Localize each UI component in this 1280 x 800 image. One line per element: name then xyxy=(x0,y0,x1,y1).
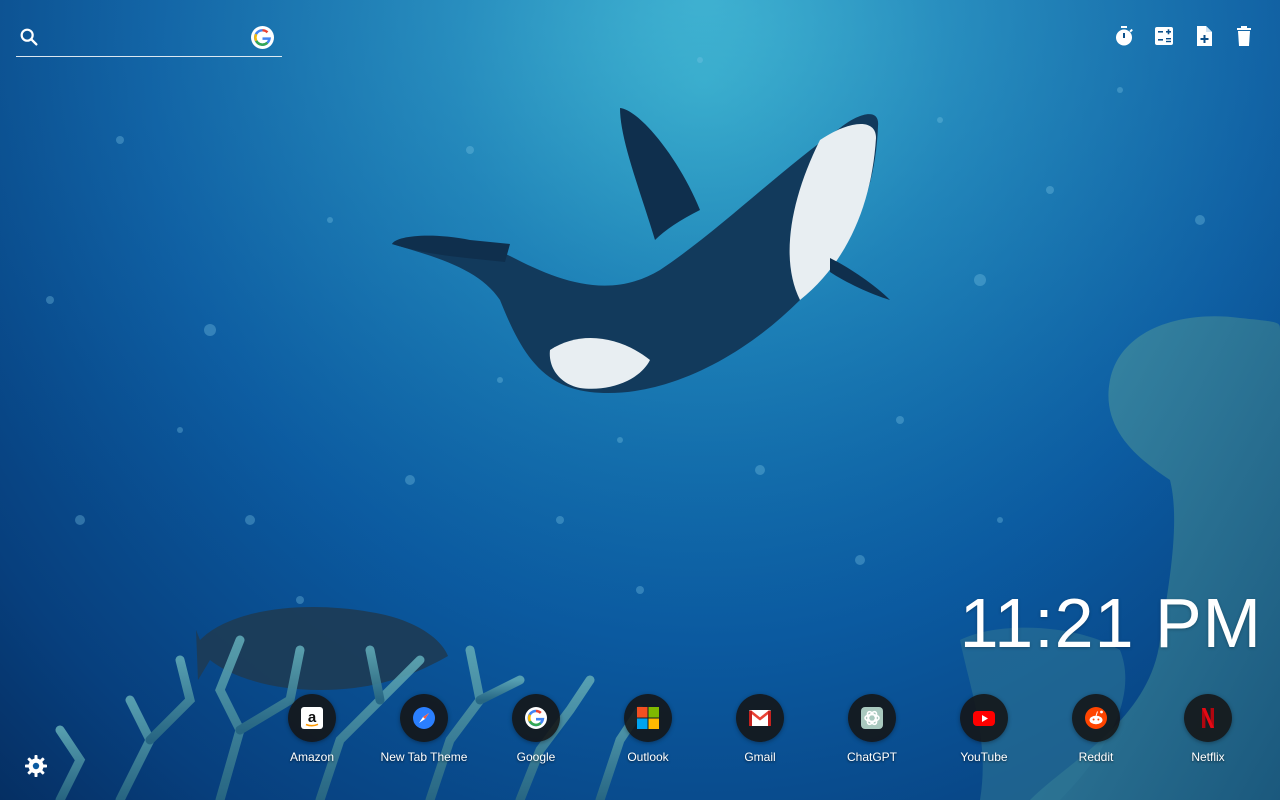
ocean-wallpaper xyxy=(0,0,1280,800)
search-icon[interactable] xyxy=(18,26,40,48)
shortcut-amazon[interactable]: a Amazon xyxy=(264,694,360,764)
microsoft-icon xyxy=(637,707,659,729)
shortcut-icon-circle xyxy=(624,694,672,742)
gear-icon[interactable] xyxy=(24,754,48,778)
top-toolbar xyxy=(1112,24,1256,48)
shortcut-label: Outlook xyxy=(627,750,669,764)
chatgpt-icon xyxy=(861,707,883,729)
new-tab-page: 11:21 PM a Amazon New Tab Theme Google O… xyxy=(0,0,1280,800)
shortcut-icon-circle: a xyxy=(288,694,336,742)
shortcut-label: Netflix xyxy=(1191,750,1225,764)
shortcut-label: Amazon xyxy=(289,750,335,764)
calculator-icon[interactable] xyxy=(1152,24,1176,48)
google-g-icon xyxy=(253,29,271,46)
svg-text:a: a xyxy=(308,709,317,726)
timer-icon[interactable] xyxy=(1112,24,1136,48)
gmail-icon xyxy=(749,709,771,726)
shortcut-label: Gmail xyxy=(744,750,776,764)
reddit-icon xyxy=(1085,707,1107,729)
google-icon xyxy=(525,707,547,729)
shortcut-chatgpt[interactable]: ChatGPT xyxy=(824,694,920,764)
shortcut-gmail[interactable]: Gmail xyxy=(712,694,808,764)
shortcut-label: Google xyxy=(516,750,556,764)
search-engine-selector[interactable] xyxy=(251,26,274,49)
search-input[interactable] xyxy=(46,25,250,53)
clock-display: 11:21 PM xyxy=(959,584,1262,662)
shortcut-google[interactable]: Google xyxy=(488,694,584,764)
compass-icon xyxy=(413,707,435,729)
shortcut-icon-circle xyxy=(1184,694,1232,742)
youtube-icon xyxy=(973,711,995,726)
shortcut-label: New Tab Theme xyxy=(380,750,468,764)
search-bar xyxy=(16,22,282,57)
netflix-icon xyxy=(1202,708,1214,728)
shortcut-icon-circle xyxy=(512,694,560,742)
shortcut-label: YouTube xyxy=(960,750,1008,764)
shortcut-label: Reddit xyxy=(1078,750,1114,764)
shortcut-netflix[interactable]: Netflix xyxy=(1160,694,1256,764)
shortcut-outlook[interactable]: Outlook xyxy=(600,694,696,764)
shortcut-icon-circle xyxy=(1072,694,1120,742)
shortcut-icon-circle xyxy=(960,694,1008,742)
shortcut-reddit[interactable]: Reddit xyxy=(1048,694,1144,764)
note-add-icon[interactable] xyxy=(1192,24,1216,48)
shortcut-youtube[interactable]: YouTube xyxy=(936,694,1032,764)
shortcut-icon-circle xyxy=(400,694,448,742)
amazon-icon: a xyxy=(301,707,323,729)
shortcut-label: ChatGPT xyxy=(846,750,897,764)
shortcut-icon-circle xyxy=(736,694,784,742)
trash-icon[interactable] xyxy=(1232,24,1256,48)
shortcut-new-tab-theme[interactable]: New Tab Theme xyxy=(376,694,472,764)
shortcut-icon-circle xyxy=(848,694,896,742)
